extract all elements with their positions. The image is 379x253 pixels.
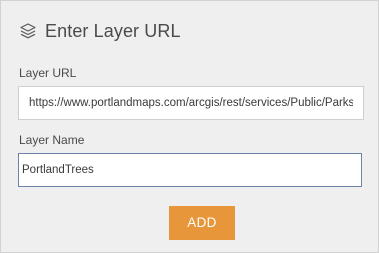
add-button[interactable]: ADD [169,206,235,240]
layers-icon [19,22,37,40]
layer-name-label: Layer Name [19,133,85,147]
panel-header: Enter Layer URL [19,19,181,43]
layer-url-label: Layer URL [19,66,77,80]
layer-name-input[interactable] [18,153,362,187]
enter-layer-url-panel: Enter Layer URL Layer URL Layer Name ADD [0,0,379,253]
layer-url-input[interactable] [18,86,364,120]
panel-title: Enter Layer URL [45,21,181,41]
